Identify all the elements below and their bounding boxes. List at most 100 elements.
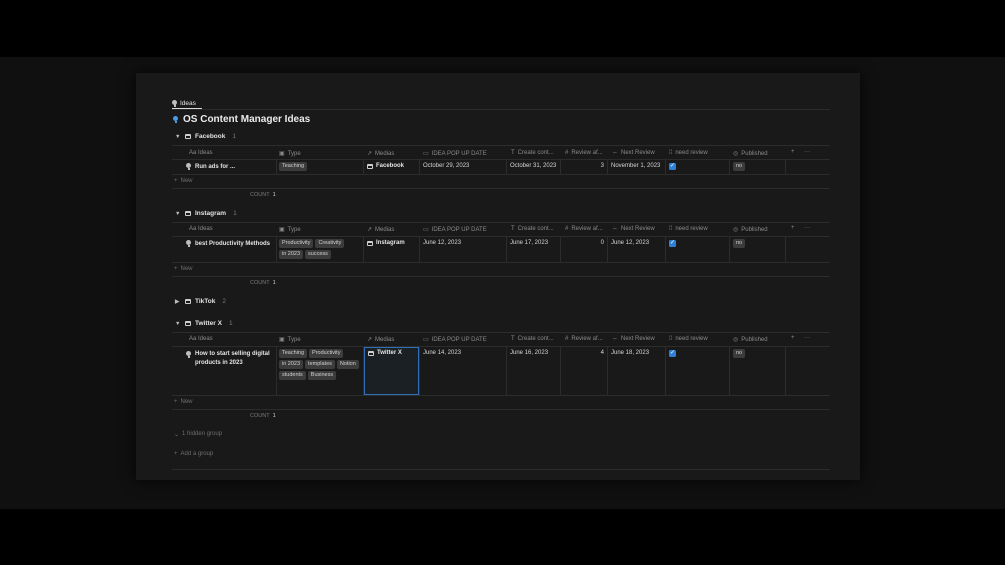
col-header-type[interactable]: ▣ Type — [279, 336, 301, 344]
col-header-idea-date[interactable]: ▭ IDEA POP UP DATE — [423, 226, 487, 234]
cell-idea-date[interactable]: October 29, 2023 — [423, 163, 469, 169]
col-header-review-after[interactable]: # Review af... — [565, 150, 603, 156]
cell-review-after[interactable]: 4 — [564, 350, 604, 356]
cell-media[interactable]: Twitter X — [368, 350, 402, 356]
cell-type[interactable]: Teaching — [279, 162, 309, 173]
caret-down-icon[interactable]: ▼ — [175, 134, 181, 140]
col-header-ideas[interactable]: Aa Ideas — [189, 150, 213, 156]
add-column-button[interactable]: + — [791, 149, 795, 155]
group-name: Instagram — [195, 210, 227, 217]
cell-published[interactable]: no — [733, 239, 747, 250]
tag: in 2023 — [279, 250, 304, 259]
divider — [276, 159, 277, 174]
caret-down-icon[interactable]: ▼ — [175, 321, 181, 327]
formula-icon: T — [511, 150, 515, 156]
new-row-button[interactable]: + New — [174, 178, 193, 184]
cell-idea-date[interactable]: June 12, 2023 — [423, 240, 461, 246]
col-header-next-review[interactable]: ⇔ Next Review — [612, 336, 655, 342]
cell-type[interactable]: Teaching Productivity in 2023 templates Noti… — [279, 349, 361, 382]
divider — [607, 346, 608, 395]
need-review-checkbox[interactable]: ✓ — [669, 240, 676, 247]
hidden-groups-toggle[interactable]: ⌄ 1 hidden group — [174, 431, 222, 438]
col-header-medias[interactable]: ↗ Medias — [367, 336, 394, 344]
cell-published[interactable]: no — [733, 349, 747, 360]
caret-down-icon[interactable]: ▼ — [175, 211, 181, 217]
cell-create[interactable]: October 31, 2023 — [510, 163, 556, 169]
group-header-facebook[interactable]: ▼ Facebook 1 — [175, 133, 236, 140]
col-header-next-review[interactable]: ⇔ Next Review — [612, 226, 655, 232]
col-header-need-review[interactable]: ⁞⁞ need review — [669, 226, 708, 232]
col-header-type[interactable]: ▣ Type — [279, 150, 301, 158]
cell-published[interactable]: no — [733, 162, 747, 173]
new-row-button[interactable]: + New — [174, 266, 193, 272]
checkbox-icon: ⁞⁞ — [669, 336, 673, 342]
need-review-checkbox[interactable]: ✓ — [669, 163, 676, 170]
col-header-need-review[interactable]: ⁞⁞ need review — [669, 150, 708, 156]
checkbox-icon: ⁞⁞ — [669, 150, 673, 156]
cell-next-review[interactable]: June 18, 2023 — [611, 350, 649, 356]
new-row-button[interactable]: + New — [174, 399, 193, 405]
col-header-need-review[interactable]: ⁞⁞ need review — [669, 336, 708, 342]
count-summary[interactable]: COUNT 1 — [250, 413, 276, 419]
page-title[interactable]: OS Content Manager Ideas — [173, 114, 310, 125]
relation-arrow-icon: ↗ — [367, 337, 373, 343]
status-icon: ◎ — [733, 227, 739, 233]
tag-icon: ▣ — [279, 227, 285, 233]
cell-next-review[interactable]: November 1, 2023 — [611, 163, 660, 169]
more-options-button[interactable]: ··· — [804, 225, 810, 231]
group-header-tiktok[interactable]: ▶ TikTok 2 — [175, 298, 226, 305]
cell-next-review[interactable]: June 12, 2023 — [611, 240, 649, 246]
col-header-idea-date[interactable]: ▭ IDEA POP UP DATE — [423, 336, 487, 344]
cell-media[interactable]: Facebook — [367, 163, 404, 169]
col-header-published[interactable]: ◎ Published — [733, 226, 768, 234]
col-header-ideas[interactable]: Aa Ideas — [189, 336, 213, 342]
group-name: Facebook — [195, 133, 226, 140]
group-name: TikTok — [195, 298, 216, 305]
col-header-next-review[interactable]: ⇔ Next Review — [612, 150, 655, 156]
cell-review-after[interactable]: 3 — [564, 163, 604, 169]
status-badge: no — [733, 162, 746, 171]
count-summary[interactable]: COUNT 1 — [250, 280, 276, 286]
cell-review-after[interactable]: 0 — [564, 240, 604, 246]
tag: Teaching — [279, 349, 308, 358]
col-header-review-after[interactable]: # Review af... — [565, 336, 603, 342]
col-header-medias[interactable]: ↗ Medias — [367, 150, 394, 158]
divider — [172, 145, 830, 146]
col-header-published[interactable]: ◎ Published — [733, 336, 768, 344]
cell-idea[interactable]: Run ads for ... — [186, 163, 235, 170]
col-header-create[interactable]: T Create cont... — [511, 226, 554, 232]
more-options-button[interactable]: ··· — [804, 149, 810, 155]
cell-idea[interactable]: How to start selling digital products in… — [186, 350, 274, 368]
more-options-button[interactable]: ··· — [804, 335, 810, 341]
notion-page: Ideas OS Content Manager Ideas ▼ Faceboo… — [136, 73, 860, 480]
group-count: 2 — [222, 298, 226, 305]
add-column-button[interactable]: + — [791, 335, 795, 341]
need-review-checkbox[interactable]: ✓ — [669, 350, 676, 357]
count-summary[interactable]: COUNT 1 — [250, 192, 276, 198]
col-header-type[interactable]: ▣ Type — [279, 226, 301, 234]
group-header-twitter-x[interactable]: ▼ Twitter X 1 — [175, 320, 233, 327]
cell-idea[interactable]: best Productivity Methods — [186, 240, 270, 247]
cell-type[interactable]: Productivity Creativity in 2023 success — [279, 239, 361, 261]
col-header-ideas[interactable]: Aa Ideas — [189, 226, 213, 232]
cell-create[interactable]: June 16, 2023 — [510, 350, 548, 356]
col-header-create[interactable]: T Create cont... — [511, 336, 554, 342]
divider — [506, 346, 507, 395]
col-header-review-after[interactable]: # Review af... — [565, 226, 603, 232]
col-header-create[interactable]: T Create cont... — [511, 150, 554, 156]
add-column-button[interactable]: + — [791, 225, 795, 231]
col-header-medias[interactable]: ↗ Medias — [367, 226, 394, 234]
col-header-published[interactable]: ◎ Published — [733, 150, 768, 158]
divider — [665, 346, 666, 395]
divider — [560, 236, 561, 262]
divider — [172, 222, 830, 223]
caret-right-icon[interactable]: ▶ — [175, 299, 181, 305]
col-header-idea-date[interactable]: ▭ IDEA POP UP DATE — [423, 150, 487, 158]
cell-create[interactable]: June 17, 2023 — [510, 240, 548, 246]
cell-media[interactable]: Instagram — [367, 240, 405, 246]
calendar-icon — [367, 163, 373, 169]
relation-arrow-icon: ↗ — [367, 227, 373, 233]
cell-idea-date[interactable]: June 14, 2023 — [423, 350, 461, 356]
group-header-instagram[interactable]: ▼ Instagram 1 — [175, 210, 237, 217]
add-group-button[interactable]: + Add a group — [174, 451, 213, 457]
